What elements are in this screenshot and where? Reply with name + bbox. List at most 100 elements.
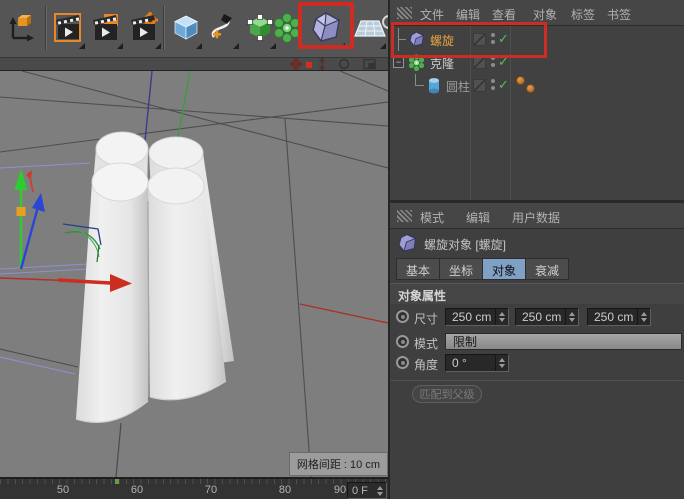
stepper-down-icon[interactable] xyxy=(641,318,647,322)
stepper-down-icon[interactable] xyxy=(499,318,505,322)
cinema4d-window: 网格间距 : 10 cm 50 60 70 80 90 0 F 文件 编辑 查看… xyxy=(0,0,684,499)
enable-checkmark[interactable]: ✓ xyxy=(498,31,509,47)
render-settings-button[interactable] xyxy=(126,4,163,52)
timeline-ruler[interactable]: 50 60 70 80 90 0 F xyxy=(0,477,388,499)
mode-dropdown[interactable]: 限制 xyxy=(445,333,682,350)
tag-ball-icon[interactable] xyxy=(516,76,525,85)
angle-field[interactable]: 0 ° xyxy=(445,354,509,372)
right-panel: 文件 编辑 查看 对象 标签 书签 螺旋 ✓ xyxy=(388,0,684,499)
object-label-cylinder[interactable]: 圆柱 xyxy=(446,78,470,95)
viewport-3d[interactable]: 网格间距 : 10 cm xyxy=(0,70,388,477)
grid-spacing-tooltip: 网格间距 : 10 cm xyxy=(289,452,388,476)
layer-toggle[interactable] xyxy=(473,56,486,69)
angle-value: 0 ° xyxy=(452,356,467,370)
add-plane-button[interactable] xyxy=(351,4,388,52)
size-x-field[interactable]: 250 cm xyxy=(445,308,509,326)
panel-grip-icon[interactable] xyxy=(397,210,412,222)
frame-stepper[interactable] xyxy=(373,483,386,498)
object-row-spiral[interactable]: 螺旋 ✓ xyxy=(390,28,684,51)
divider xyxy=(390,380,684,381)
size-x-stepper[interactable] xyxy=(495,309,508,325)
object-title: 螺旋对象 [螺旋] xyxy=(424,236,506,253)
editor-visibility-dot[interactable] xyxy=(491,33,495,37)
menu-tags[interactable]: 标签 xyxy=(571,6,595,23)
size-row: 尺寸 250 cm 250 cm 250 cm xyxy=(390,308,684,328)
main-toolbar xyxy=(0,0,392,58)
add-spline-button[interactable] xyxy=(204,4,241,52)
keyframe-radio[interactable] xyxy=(396,356,409,369)
timeline-playhead[interactable] xyxy=(115,479,119,484)
menu-view[interactable]: 查看 xyxy=(492,6,516,23)
enable-checkmark[interactable]: ✓ xyxy=(498,77,509,93)
object-manager: 文件 编辑 查看 对象 标签 书签 螺旋 ✓ xyxy=(390,0,684,203)
match-to-parent-button[interactable]: 匹配到父级 xyxy=(412,385,482,403)
keyframe-radio[interactable] xyxy=(396,310,409,323)
render-view-button[interactable] xyxy=(50,4,87,52)
render-visibility-dot[interactable] xyxy=(491,40,495,44)
stepper-up-icon[interactable] xyxy=(641,312,647,316)
deformer-button[interactable] xyxy=(305,4,347,52)
tab-basic[interactable]: 基本 xyxy=(396,258,440,280)
stepper-down-icon[interactable] xyxy=(499,364,505,368)
tab-object[interactable]: 对象 xyxy=(483,258,526,280)
layer-toggle[interactable] xyxy=(473,79,486,92)
size-label: 尺寸 xyxy=(414,310,438,327)
coordinate-system-button[interactable] xyxy=(2,4,39,52)
menu-bookmarks[interactable]: 书签 xyxy=(607,6,631,23)
render-visibility-dot[interactable] xyxy=(491,63,495,67)
expand-toggle[interactable]: − xyxy=(393,57,404,68)
stepper-down-icon[interactable] xyxy=(569,318,575,322)
submenu-indicator xyxy=(155,43,161,49)
ruler-label: 50 xyxy=(57,484,69,496)
enable-checkmark[interactable]: ✓ xyxy=(498,54,509,70)
submenu-indicator xyxy=(380,43,386,49)
current-frame-field[interactable]: 0 F xyxy=(347,482,387,499)
cloned-cylinders[interactable] xyxy=(76,132,234,422)
section-object-properties: 对象属性 xyxy=(390,283,684,304)
menu-objects[interactable]: 对象 xyxy=(533,6,557,23)
size-z-field[interactable]: 250 cm xyxy=(587,308,651,326)
keyframe-radio[interactable] xyxy=(396,335,409,348)
attribute-manager: 模式 编辑 用户数据 螺旋对象 [螺旋] 基本 坐标 对象 衰减 对象属性 xyxy=(390,203,684,499)
angle-stepper[interactable] xyxy=(495,355,508,371)
add-primitive-button[interactable] xyxy=(167,4,204,52)
object-manager-menubar: 文件 编辑 查看 对象 标签 书签 xyxy=(390,0,684,26)
menu-edit[interactable]: 编辑 xyxy=(456,6,480,23)
toolbar-separator xyxy=(163,6,165,50)
object-row-cloner[interactable]: − 克隆 ✓ xyxy=(390,51,684,74)
menu-file[interactable]: 文件 xyxy=(420,6,444,23)
size-y-stepper[interactable] xyxy=(565,309,578,325)
size-z-stepper[interactable] xyxy=(637,309,650,325)
panel-grip-icon[interactable] xyxy=(397,7,412,19)
maximize-icon xyxy=(364,60,375,69)
menu-user-data[interactable]: 用户数据 xyxy=(512,209,560,226)
layer-toggle[interactable] xyxy=(473,33,486,46)
tab-coordinates[interactable]: 坐标 xyxy=(440,258,483,280)
cylinder-icon xyxy=(427,77,441,94)
viewport-header xyxy=(0,58,388,70)
cube-primitive-icon xyxy=(171,13,201,43)
editor-visibility-dot[interactable] xyxy=(491,56,495,60)
render-region-button[interactable] xyxy=(88,4,125,52)
render-settings-icon xyxy=(129,12,161,44)
stepper-up-icon[interactable] xyxy=(499,358,505,362)
stepper-up-icon[interactable] xyxy=(569,312,575,316)
stepper-up-icon[interactable] xyxy=(377,486,383,490)
tag-ball-icon[interactable] xyxy=(526,84,535,93)
tab-falloff[interactable]: 衰减 xyxy=(526,258,569,280)
viewport-nav-icons[interactable] xyxy=(290,58,382,70)
object-label-spiral[interactable]: 螺旋 xyxy=(430,32,454,49)
stepper-down-icon[interactable] xyxy=(377,492,383,496)
tree-line xyxy=(398,39,406,40)
object-label-cloner[interactable]: 克隆 xyxy=(430,55,454,72)
mograph-cloner-button[interactable] xyxy=(272,4,302,52)
editor-visibility-dot[interactable] xyxy=(491,79,495,83)
menu-mode[interactable]: 模式 xyxy=(420,209,444,226)
size-y-field[interactable]: 250 cm xyxy=(515,308,579,326)
render-visibility-dot[interactable] xyxy=(491,86,495,90)
attribute-menubar: 模式 编辑 用户数据 xyxy=(390,203,684,229)
object-row-cylinder[interactable]: 圆柱 ✓ xyxy=(390,74,684,97)
stepper-up-icon[interactable] xyxy=(499,312,505,316)
rotate-icon xyxy=(340,60,349,69)
menu-edit[interactable]: 编辑 xyxy=(466,209,490,226)
